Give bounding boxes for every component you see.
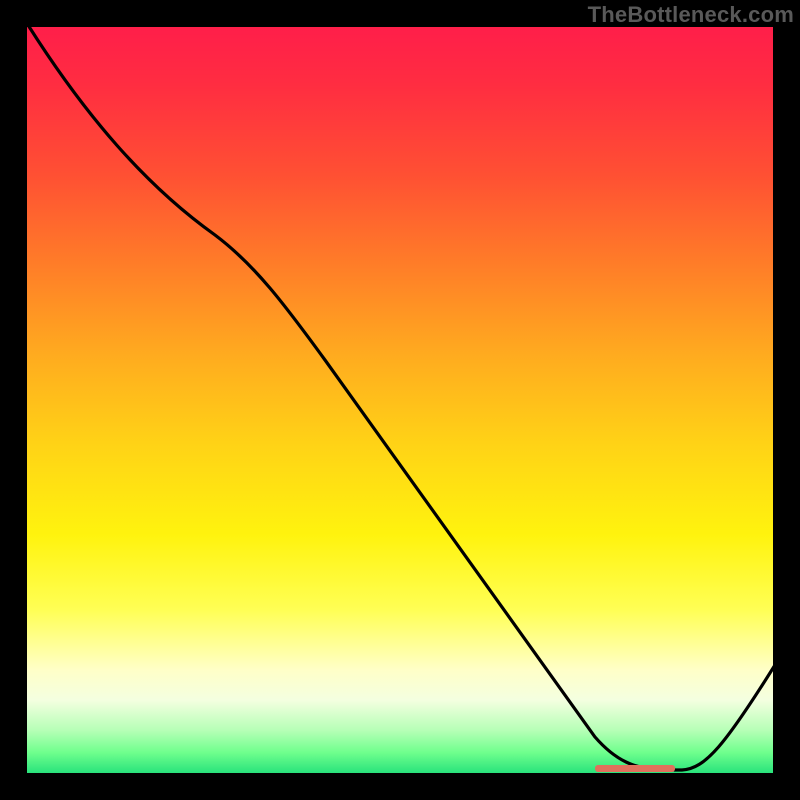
minimum-marker (595, 765, 675, 772)
plot-area (25, 25, 775, 775)
watermark-text: TheBottleneck.com (588, 2, 794, 28)
chart-container: TheBottleneck.com (0, 0, 800, 800)
bottleneck-curve-line (28, 25, 775, 770)
chart-svg (25, 25, 775, 775)
